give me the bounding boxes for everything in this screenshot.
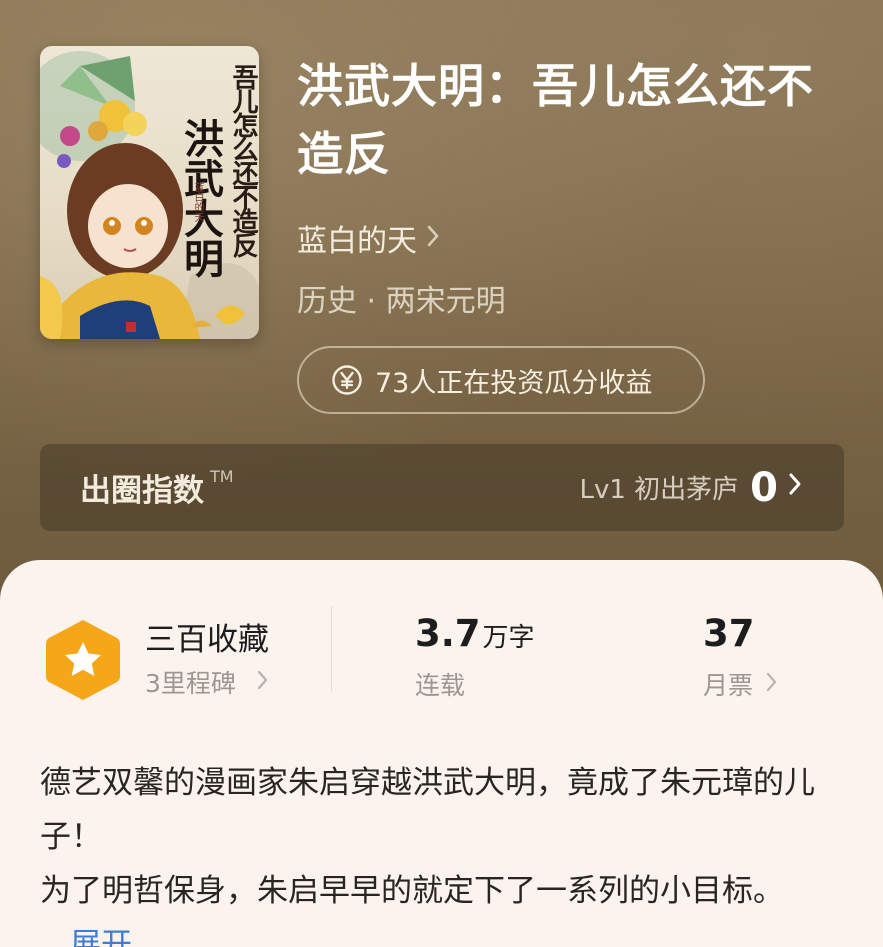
monthly-votes-link[interactable]: 月票 (703, 666, 779, 702)
monthly-votes-label: 月票 (703, 671, 754, 700)
book-category[interactable]: 历史 · 两宋元明 (297, 276, 506, 320)
book-info-card: 三百收藏 3里程碑 3.7 万字 连载 37 月票 德艺双馨的漫画家朱启穿越洪武… (0, 560, 883, 947)
cover-subtitle: 吾儿怎么还不造反 (228, 64, 258, 256)
monthly-votes-value: 37 (703, 612, 755, 655)
author-link[interactable]: 蓝白的天 (297, 216, 441, 260)
chevron-right-icon (786, 471, 804, 504)
milestone-link[interactable]: 3里程碑 (145, 664, 270, 700)
description-text: 为了明哲保身，朱启早早的就定下了一系列的小目标。 (40, 873, 784, 909)
popularity-index-bar[interactable]: 出圈指数 TM Lv1 初出茅庐 0 (40, 444, 844, 531)
index-level-group: Lv1 初出茅庐 0 (579, 465, 804, 511)
star-hexagon-icon[interactable] (44, 618, 122, 702)
book-title: 洪武大明：吾儿怎么还不造反 (297, 59, 814, 181)
trademark-mark: TM (210, 467, 234, 486)
index-value: 0 (750, 464, 778, 511)
investment-text: 73人正在投资瓜分收益 (375, 367, 653, 399)
chevron-right-icon (425, 221, 441, 256)
description-line: 德艺双馨的漫画家朱启穿越洪武大明，竟成了朱元璋的儿子！ (40, 765, 815, 855)
yen-circle-icon (331, 364, 363, 396)
word-count-value: 3.7 (415, 612, 481, 655)
index-label-group: 出圈指数 TM (80, 465, 234, 510)
milestone-sub: 3里程碑 (145, 669, 236, 698)
index-level: Lv1 初出茅庐 (579, 475, 739, 505)
index-label: 出圈指数 (80, 473, 204, 509)
stats-divider (331, 606, 332, 692)
expand-link[interactable]: 展开 (70, 927, 132, 947)
investment-button[interactable]: 73人正在投资瓜分收益 (297, 346, 705, 414)
book-cover[interactable]: 吾儿怎么还不造反 洪武大明 蓝白的天 (40, 46, 259, 339)
book-description: 德艺双馨的漫画家朱启穿越洪武大明，竟成了朱元璋的儿子！ 为了明哲保身，朱启早早的… (40, 756, 840, 947)
cover-author: 蓝白的天 (192, 182, 203, 222)
serial-status: 连载 (415, 671, 466, 700)
chevron-right-icon (765, 670, 779, 699)
description-line-2: 为了明哲保身，朱启早早的就定下了一系列的小目标。展开 (40, 864, 840, 947)
word-count-unit: 万字 (482, 623, 535, 653)
author-name: 蓝白的天 (297, 224, 417, 259)
word-count: 3.7 万字 (415, 612, 535, 655)
milestone-title[interactable]: 三百收藏 (145, 614, 269, 659)
chevron-right-icon (256, 668, 270, 697)
